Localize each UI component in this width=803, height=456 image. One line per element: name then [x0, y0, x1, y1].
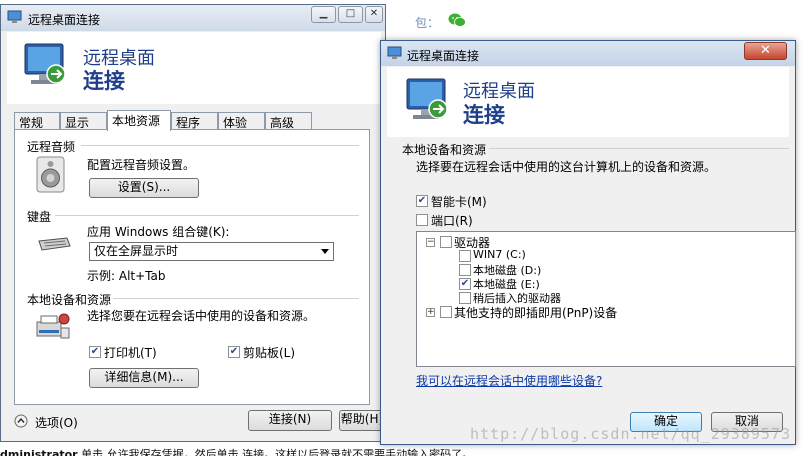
- devices-icon: [36, 313, 70, 339]
- dialog-title: 远程桌面连接: [407, 49, 480, 63]
- group-divider: [489, 148, 789, 149]
- tab-display[interactable]: 显示: [60, 112, 107, 130]
- help-button[interactable]: 帮助(H): [339, 410, 385, 431]
- group-title-keyboard: 键盘: [27, 210, 52, 224]
- keyboard-combo-value: 仅在全屏显示时: [94, 244, 179, 258]
- drives-checkbox[interactable]: [440, 236, 452, 248]
- group-title-devices: 本地设备和资源: [27, 293, 112, 307]
- group-divider: [81, 145, 359, 146]
- header-title-line2: 连接: [463, 103, 505, 127]
- drive-label-c: WIN7 (C:): [473, 248, 526, 261]
- printer-label: 打印机(T): [104, 346, 157, 360]
- rdp-app-icon: [7, 10, 22, 23]
- keyboard-example: 示例: Alt+Tab: [87, 269, 166, 283]
- group-title-audio: 远程音频: [27, 140, 76, 154]
- tab-advanced[interactable]: 高级: [265, 112, 312, 130]
- background-text: 包：: [415, 16, 440, 30]
- details-button[interactable]: 详细信息(M)...: [89, 368, 199, 388]
- help-link[interactable]: 我可以在远程会话中使用哪些设备?: [416, 372, 602, 389]
- title-bar[interactable]: 远程桌面连接 ▁ □ ✕: [1, 5, 385, 31]
- group-divider: [55, 215, 359, 216]
- connect-button[interactable]: 连接(N): [248, 410, 332, 431]
- drive-checkbox-later[interactable]: [459, 292, 471, 304]
- audio-settings-button[interactable]: 设置(S)...: [89, 178, 199, 198]
- dropdown-arrow-icon: [321, 249, 329, 254]
- tab-experience[interactable]: 体验: [218, 112, 265, 130]
- ports-label: 端口(R): [431, 214, 473, 228]
- keyboard-label: 应用 Windows 组合键(K):: [87, 225, 230, 239]
- background-bottom-text: dministrator 单击 允许我保存凭据，然后单击 连接。这样以后登录就不…: [0, 448, 474, 456]
- collapse-icon[interactable]: −: [426, 238, 435, 247]
- clipboard-label: 剪贴板(L): [243, 346, 296, 360]
- printer-checkbox[interactable]: ✔: [89, 346, 101, 358]
- watermark: http://blog.csdn.net/qq_29389573: [470, 425, 791, 443]
- window-title: 远程桌面连接: [28, 13, 101, 27]
- group-title-devices: 本地设备和资源: [402, 143, 487, 157]
- pnp-checkbox[interactable]: [440, 306, 452, 318]
- drive-checkbox-c[interactable]: [459, 250, 471, 262]
- rdp-logo-icon: [406, 78, 448, 119]
- expand-icon[interactable]: +: [426, 308, 435, 317]
- drive-checkbox-e[interactable]: ✔: [459, 278, 471, 290]
- speaker-icon: [36, 156, 65, 193]
- rdp-main-window: 远程桌面连接 ▁ □ ✕ 远程桌面 连接 常规 显示 本地资源 程序 体验 高级…: [0, 4, 386, 442]
- title-bar[interactable]: 远程桌面连接 ✕: [381, 41, 795, 66]
- drive-checkbox-d[interactable]: [459, 264, 471, 276]
- close-button[interactable]: ✕: [365, 6, 383, 23]
- clipboard-checkbox[interactable]: ✔: [228, 346, 240, 358]
- rdp-app-icon: [387, 46, 402, 59]
- options-label: 选项(O): [35, 416, 78, 430]
- dialog-header: 远程桌面 连接: [387, 67, 789, 137]
- group-divider: [113, 298, 359, 299]
- pnp-label: 其他支持的即插即用(PnP)设备: [454, 306, 618, 320]
- minimize-button[interactable]: ▁: [311, 6, 336, 23]
- ports-checkbox[interactable]: [416, 214, 428, 226]
- dialog-close-button[interactable]: ✕: [744, 42, 787, 60]
- chevron-up-icon: [14, 414, 28, 428]
- tab-local-resources[interactable]: 本地资源: [107, 110, 171, 131]
- header-title-line2: 连接: [83, 69, 125, 93]
- tab-programs[interactable]: 程序: [171, 112, 218, 130]
- smartcard-label: 智能卡(M): [431, 195, 487, 209]
- device-tree: − 驱动器 WIN7 (C:) 本地磁盘 (D:) ✔ 本地磁盘 (E:) 稍后…: [416, 231, 796, 367]
- maximize-button[interactable]: □: [338, 6, 363, 23]
- audio-description: 配置远程音频设置。: [87, 158, 196, 172]
- rdp-logo-icon: [24, 43, 66, 84]
- tab-general[interactable]: 常规: [14, 112, 60, 130]
- smartcard-checkbox[interactable]: ✔: [416, 195, 428, 207]
- local-devices-dialog: 远程桌面连接 ✕ 远程桌面 连接 本地设备和资源 选择要在远程会话中使用的这台计…: [380, 40, 796, 445]
- keyboard-combo-select[interactable]: 仅在全屏显示时: [89, 242, 334, 261]
- window-header: 远程桌面 连接: [7, 32, 381, 104]
- dialog-description: 选择要在远程会话中使用的这台计算机上的设备和资源。: [416, 160, 717, 174]
- devices-description: 选择您要在远程会话中使用的设备和资源。: [87, 309, 316, 323]
- wechat-icon: [448, 13, 466, 27]
- keyboard-icon: [38, 237, 71, 251]
- tab-panel-local-resources: 远程音频 配置远程音频设置。 设置(S)... 键盘 应用 Windows 组合…: [14, 129, 370, 405]
